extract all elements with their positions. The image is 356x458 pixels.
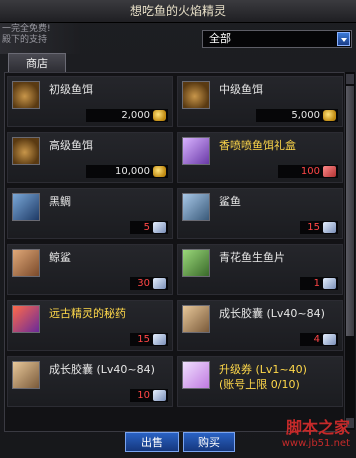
item-name: 成长胶囊 (Lv40~84) — [49, 363, 155, 376]
growth-capsule-icon[interactable] — [12, 361, 40, 389]
item-name: 鲨鱼 — [219, 195, 241, 208]
shark-icon[interactable] — [182, 193, 210, 221]
price-box: 10,000 — [86, 165, 168, 178]
shop-item[interactable]: 成长胶囊 (Lv40~84) 10 — [7, 356, 173, 407]
fish-bait-bag-icon[interactable] — [12, 81, 40, 109]
fishing-ticket-icon — [153, 278, 166, 289]
growth-capsule-icon[interactable] — [182, 305, 210, 333]
item-name: 远古精灵的秘药 — [49, 307, 126, 320]
potion-exp-icon[interactable] — [12, 305, 40, 333]
sashimi-icon[interactable] — [182, 249, 210, 277]
item-price: 15 — [137, 334, 150, 345]
fishing-ticket-icon — [153, 334, 166, 345]
price-box: 15 — [300, 221, 338, 234]
fishing-ticket-icon — [323, 222, 336, 233]
price-box: 100 — [278, 165, 338, 178]
fish-bait-bag-icon[interactable] — [12, 137, 40, 165]
shop-item[interactable]: 黑鲷 5 — [7, 188, 173, 239]
category-filter-dropdown[interactable]: 全部 — [202, 30, 352, 48]
shop-item[interactable]: 青花鱼生鱼片 1 — [177, 244, 343, 295]
window-title: 想吃鱼的火焰精灵 — [129, 4, 226, 18]
item-name: 中级鱼饵 — [219, 83, 263, 96]
item-name: 升级券 (Lv1~40) — [219, 363, 307, 376]
shop-window: 一完全免费! 殿下的支持 想吃鱼的火焰精灵 全部 商店 初级鱼饵 2,000 中级鱼… — [0, 0, 356, 458]
cera-icon — [323, 166, 336, 177]
item-price: 15 — [307, 222, 320, 233]
watermark-url: www.jb51.net — [281, 438, 350, 449]
item-price: 10 — [137, 390, 150, 401]
item-name: 鲸鲨 — [49, 251, 71, 264]
level-up-ticket-icon[interactable] — [182, 361, 210, 389]
watermark-title: 脚本之家 — [285, 418, 350, 437]
shop-item[interactable]: 高级鱼饵 10,000 — [7, 132, 173, 183]
fishing-ticket-icon — [323, 278, 336, 289]
background-text-line-1: 一完全免费! — [2, 24, 51, 34]
whale-shark-icon[interactable] — [12, 249, 40, 277]
price-box: 2,000 — [86, 109, 168, 122]
fishing-ticket-icon — [323, 334, 336, 345]
chevron-down-icon[interactable] — [337, 32, 350, 46]
gold-coin-icon — [153, 110, 166, 121]
shop-item[interactable]: 升级券 (Lv1~40) (账号上限 0/10) — [177, 356, 343, 407]
category-filter-value: 全部 — [209, 32, 231, 45]
background-text: 一完全免费! 殿下的支持 — [2, 24, 51, 46]
item-name: 初级鱼饵 — [49, 83, 93, 96]
background-text-line-2: 殿下的支持 — [2, 35, 48, 45]
item-name: 成长胶囊 (Lv40~84) — [219, 307, 325, 320]
fishing-ticket-icon — [153, 222, 166, 233]
item-price: 5 — [143, 222, 150, 233]
shop-item[interactable]: 成长胶囊 (Lv40~84) 4 — [177, 300, 343, 351]
watermark: 脚本之家 www.jb51.net — [282, 414, 350, 449]
shop-item[interactable]: 初级鱼饵 2,000 — [7, 76, 173, 127]
fish-icon[interactable] — [12, 193, 40, 221]
gift-box-icon[interactable] — [182, 137, 210, 165]
item-name: 香喷喷鱼饵礼盒 — [219, 139, 296, 152]
buy-button[interactable]: 购买 — [183, 432, 235, 452]
gold-coin-icon — [323, 110, 336, 121]
tab-shop[interactable]: 商店 — [8, 53, 66, 73]
item-price: 1 — [313, 278, 320, 289]
scroll-up-icon[interactable] — [346, 74, 354, 84]
item-price: 5,000 — [291, 110, 320, 121]
item-price: 2,000 — [121, 110, 150, 121]
price-box: 1 — [300, 277, 338, 290]
sell-button[interactable]: 出售 — [125, 432, 179, 452]
price-box: 10 — [130, 389, 168, 402]
scrollbar[interactable] — [344, 72, 355, 430]
title-bar[interactable]: 想吃鱼的火焰精灵 — [0, 0, 356, 23]
item-price: 100 — [300, 166, 320, 177]
fishing-ticket-icon — [153, 390, 166, 401]
shop-item[interactable]: 远古精灵的秘药 15 — [7, 300, 173, 351]
shop-item[interactable]: 鲨鱼 15 — [177, 188, 343, 239]
price-box: 30 — [130, 277, 168, 290]
price-box: 4 — [300, 333, 338, 346]
item-price: 10,000 — [115, 166, 150, 177]
shop-item[interactable]: 香喷喷鱼饵礼盒 100 — [177, 132, 343, 183]
price-box: 5,000 — [256, 109, 338, 122]
item-name: 青花鱼生鱼片 — [219, 251, 285, 264]
shop-item[interactable]: 中级鱼饵 5,000 — [177, 76, 343, 127]
item-name: 高级鱼饵 — [49, 139, 93, 152]
shop-item[interactable]: 鲸鲨 30 — [7, 244, 173, 295]
price-box: 5 — [130, 221, 168, 234]
item-name: 黑鲷 — [49, 195, 71, 208]
fish-bait-bag-icon[interactable] — [182, 81, 210, 109]
price-box: 15 — [130, 333, 168, 346]
item-name-line-2: (账号上限 0/10) — [219, 378, 300, 391]
item-price: 30 — [137, 278, 150, 289]
scroll-thumb[interactable] — [346, 86, 354, 336]
gold-coin-icon — [153, 166, 166, 177]
item-price: 4 — [313, 334, 320, 345]
